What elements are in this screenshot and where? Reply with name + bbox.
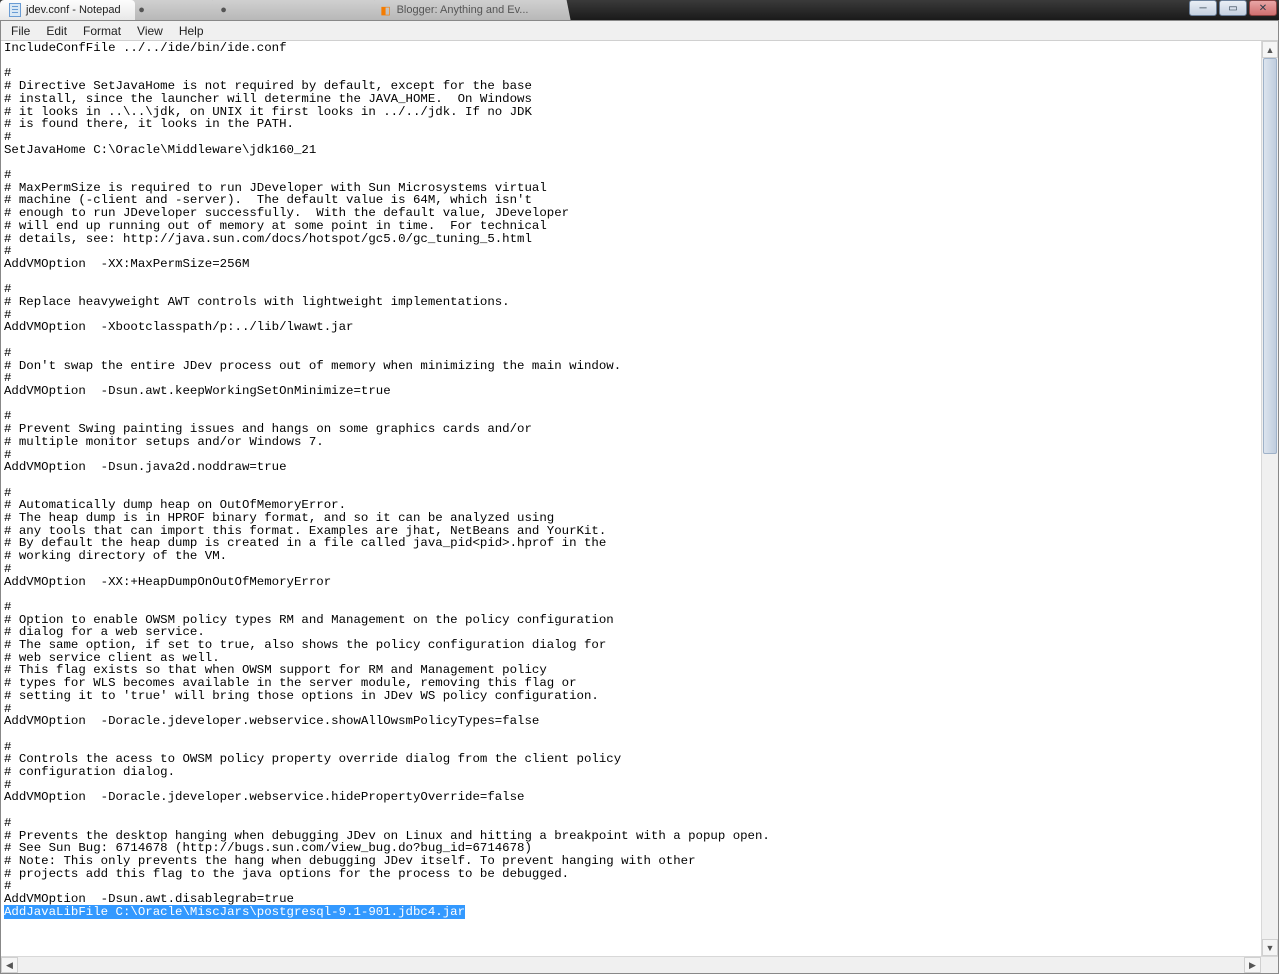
notepad-window: File Edit Format View Help IncludeConfFi… [0, 20, 1279, 974]
scroll-up-icon[interactable]: ▲ [1262, 41, 1278, 58]
scroll-track[interactable] [1262, 58, 1278, 939]
menubar: File Edit Format View Help [1, 21, 1278, 41]
scroll-left-icon[interactable]: ◀ [1, 957, 18, 973]
tab-2[interactable]: ● [127, 0, 217, 20]
close-button[interactable]: ✕ [1249, 0, 1277, 16]
tab-3[interactable]: ● [209, 0, 379, 20]
tab-notepad[interactable]: jdev.conf - Notepad [0, 0, 135, 20]
tab-label: jdev.conf - Notepad [26, 4, 121, 16]
scroll-corner [1261, 957, 1278, 973]
notepad-icon [8, 3, 22, 17]
menu-edit[interactable]: Edit [38, 22, 75, 40]
h-scroll-track[interactable] [18, 957, 1244, 973]
menu-format[interactable]: Format [75, 22, 129, 40]
menu-view[interactable]: View [129, 22, 171, 40]
browser-tab-strip: jdev.conf - Notepad ● ● ◧ Blogger: Anyth… [0, 0, 1279, 20]
menu-file[interactable]: File [3, 22, 38, 40]
horizontal-scrollbar[interactable]: ◀ ▶ [1, 956, 1278, 973]
menu-help[interactable]: Help [171, 22, 212, 40]
maximize-button[interactable]: ▭ [1219, 0, 1247, 16]
tab-label: Blogger: Anything and Ev... [397, 4, 529, 16]
selected-text: AddJavaLibFile C:\Oracle\MiscJars\postgr… [4, 905, 465, 919]
tab-blogger[interactable]: ◧ Blogger: Anything and Ev... [371, 0, 571, 20]
text-editor[interactable]: IncludeConfFile ../../ide/bin/ide.conf #… [1, 41, 1261, 956]
vertical-scrollbar[interactable]: ▲ ▼ [1261, 41, 1278, 956]
scroll-right-icon[interactable]: ▶ [1244, 957, 1261, 973]
minimize-button[interactable]: ─ [1189, 0, 1217, 16]
editor-area: IncludeConfFile ../../ide/bin/ide.conf #… [1, 41, 1278, 956]
generic-icon: ● [135, 3, 149, 17]
generic-icon: ● [217, 3, 231, 17]
window-controls: ─ ▭ ✕ [1189, 0, 1277, 18]
scroll-down-icon[interactable]: ▼ [1262, 939, 1278, 956]
blogger-icon: ◧ [379, 3, 393, 17]
scroll-thumb[interactable] [1263, 58, 1277, 454]
